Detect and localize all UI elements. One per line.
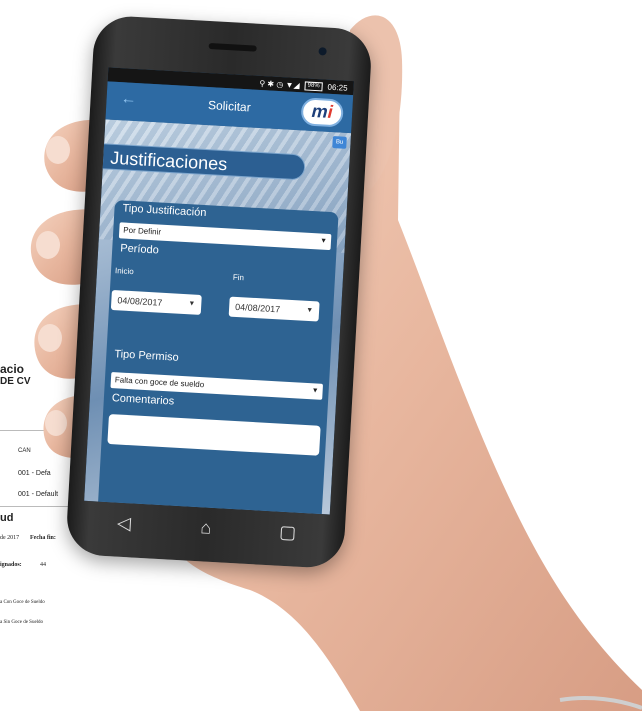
nav-recents-icon[interactable]: ▢	[267, 521, 308, 544]
status-time: 06:25	[327, 82, 348, 93]
nav-back-icon[interactable]: ◁	[103, 511, 144, 534]
select-value: Falta con goce de sueldo	[114, 375, 205, 390]
dropdown-caret-icon: ▼	[311, 387, 319, 395]
smartphone: ⚲ ✱ ◷ ▼◢ 98% 06:25 ← Solicitar mi Bu Jus…	[65, 14, 373, 570]
tipo-permiso-label: Tipo Permiso	[114, 348, 179, 364]
inicio-date-picker[interactable]: 04/08/2017 ▼	[110, 289, 202, 315]
dropdown-caret-icon: ▼	[188, 300, 196, 308]
nav-home-icon[interactable]: ⌂	[185, 516, 226, 539]
fin-date-picker[interactable]: 04/08/2017 ▼	[228, 296, 320, 322]
tipo-justificacion-label: Tipo Justificación	[122, 202, 207, 220]
battery-icon: 98%	[304, 80, 323, 91]
dropdown-caret-icon: ▼	[305, 306, 314, 315]
app-logo: mi	[300, 97, 344, 128]
dropdown-caret-icon: ▼	[319, 237, 328, 245]
logo-letter: m	[311, 100, 329, 122]
periodo-label: Período	[119, 242, 160, 257]
inicio-label: Inicio	[114, 266, 134, 277]
date-value: 04/08/2017	[234, 301, 281, 315]
corner-badge[interactable]: Bu	[332, 136, 347, 149]
logo-letter: i	[327, 101, 334, 122]
fin-label: Fin	[232, 272, 245, 283]
status-icons: ⚲ ✱ ◷ ▼◢	[259, 78, 300, 90]
phone-screen: ⚲ ✱ ◷ ▼◢ 98% 06:25 ← Solicitar mi Bu Jus…	[84, 67, 354, 515]
date-value: 04/08/2017	[117, 295, 163, 308]
comentarios-input[interactable]	[107, 413, 321, 456]
justification-form: Tipo Justificación Por Definir ▼ Período…	[97, 199, 339, 515]
select-value: Por Definir	[123, 225, 162, 237]
comentarios-label: Comentarios	[111, 392, 175, 408]
